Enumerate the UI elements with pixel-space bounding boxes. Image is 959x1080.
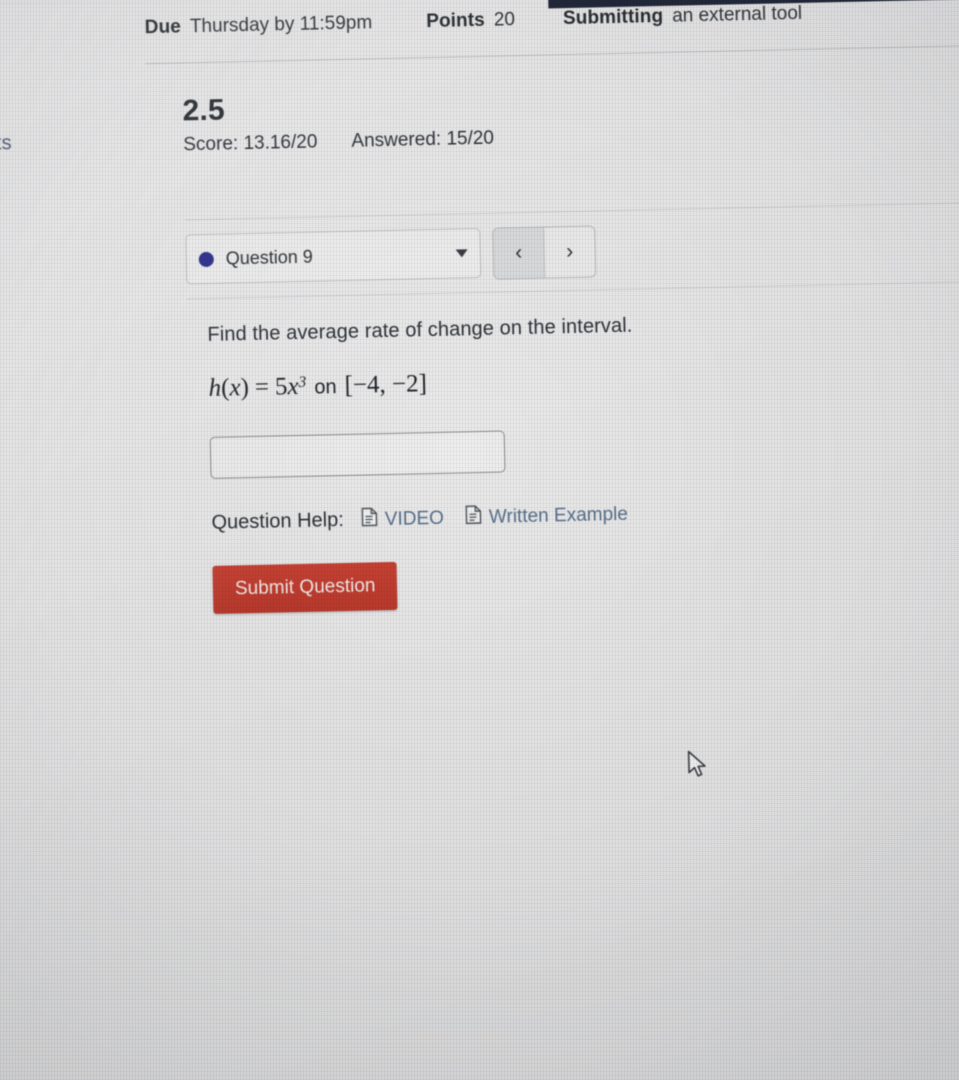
- question-selector-row: Question 9 ‹ ›: [185, 225, 597, 286]
- math-base-variable: x: [287, 372, 299, 401]
- video-help-link[interactable]: VIDEO: [361, 506, 445, 533]
- next-question-button[interactable]: ›: [543, 226, 596, 278]
- submit-question-button[interactable]: Submit Question: [212, 561, 398, 614]
- math-coefficient: 5: [274, 373, 288, 401]
- math-exponent: 3: [298, 373, 307, 392]
- question-status-dot-icon: [198, 251, 214, 267]
- chevron-down-icon: [455, 249, 468, 258]
- due-label: Due: [144, 16, 182, 39]
- screen-surface: Due Thursday by 11:59pm Points 20 Submit…: [0, 0, 959, 1080]
- answered-text: Answered: 15/20: [351, 127, 495, 152]
- due-value: Thursday by 11:59pm: [189, 12, 373, 38]
- math-close-paren: ): [240, 374, 250, 402]
- question-math-expression: h ( x ) = 5 x 3 on [−4, −2]: [208, 360, 908, 403]
- math-equals: =: [254, 373, 270, 401]
- written-example-help-label: Written Example: [488, 503, 629, 528]
- points-value: 20: [493, 9, 516, 31]
- answer-input[interactable]: [209, 430, 506, 479]
- points-label: Points: [425, 9, 486, 33]
- math-variable: x: [229, 374, 241, 402]
- question-body: Find the average rate of change on the i…: [207, 309, 913, 614]
- question-dropdown-label: Question 9: [225, 246, 314, 269]
- math-function-name: h: [208, 374, 222, 402]
- sidebar-item-assignments[interactable]: ents: [0, 132, 12, 156]
- submitting-value: an external tool: [671, 2, 803, 27]
- screen-photo: Due Thursday by 11:59pm Points 20 Submit…: [0, 0, 959, 1080]
- math-on-word: on: [314, 376, 337, 399]
- previous-question-button[interactable]: ‹: [493, 227, 545, 279]
- points-group: Points 20: [426, 9, 515, 33]
- document-icon: [465, 505, 483, 530]
- question-nav-group: ‹ ›: [492, 225, 597, 280]
- score-text: Score: 13.16/20: [183, 131, 318, 156]
- question-help-row: Question Help: VIDEO Written Example: [211, 496, 911, 536]
- question-help-label: Question Help:: [211, 509, 345, 534]
- submitting-label: Submitting: [562, 5, 664, 30]
- video-help-label: VIDEO: [384, 507, 445, 530]
- written-example-help-link[interactable]: Written Example: [465, 502, 629, 531]
- question-dropdown[interactable]: Question 9: [185, 227, 482, 285]
- document-icon: [361, 507, 379, 532]
- math-interval: [−4, −2]: [344, 370, 428, 399]
